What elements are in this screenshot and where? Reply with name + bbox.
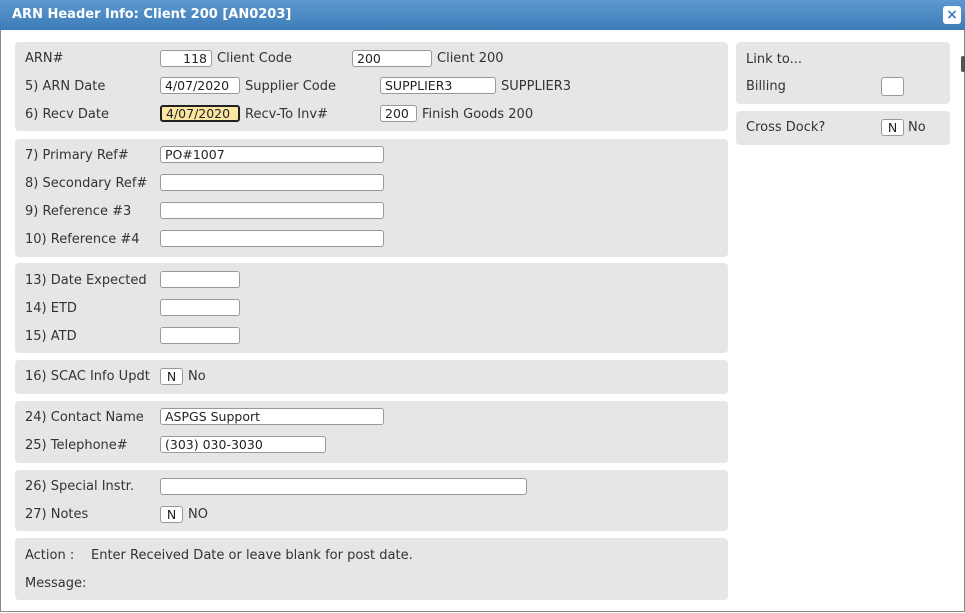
client-name-text: Client 200 (437, 51, 504, 66)
atd-field[interactable] (160, 327, 240, 344)
client-code-label: Client Code (217, 51, 293, 66)
reference-4-field[interactable] (160, 230, 384, 247)
contact-name-label: 24) Contact Name (25, 410, 144, 425)
supplier-name-text: SUPPLIER3 (501, 79, 572, 94)
date-expected-field[interactable] (160, 271, 240, 288)
atd-label: 15) ATD (25, 329, 77, 344)
close-icon[interactable]: × (943, 6, 961, 24)
billing-field[interactable] (881, 77, 904, 96)
notes-label: 27) Notes (25, 507, 89, 522)
arn-label: ARN# (25, 51, 64, 66)
cross-dock-desc: No (908, 120, 926, 135)
cross-dock-label: Cross Dock? (746, 120, 826, 135)
instructions-panel: 26) Special Instr. 27) Notes N NO (15, 470, 728, 531)
special-instr-field[interactable] (160, 478, 527, 495)
header-panel: ARN# 118 Client Code 200 Client 200 5) A… (15, 42, 728, 131)
etd-label: 14) ETD (25, 301, 77, 316)
arn-number-field[interactable]: 118 (160, 50, 212, 67)
action-label: Action : (25, 548, 75, 563)
telephone-label: 25) Telephone# (25, 438, 128, 453)
secondary-ref-label: 8) Secondary Ref# (25, 176, 148, 191)
secondary-ref-field[interactable] (160, 174, 384, 191)
reference-3-label: 9) Reference #3 (25, 204, 132, 219)
cross-dock-field[interactable]: N (881, 119, 904, 136)
scrollbar-thumb[interactable] (961, 56, 965, 72)
recv-to-inv-name-text: Finish Goods 200 (422, 107, 534, 122)
primary-ref-field[interactable]: PO#1007 (160, 146, 384, 163)
scac-info-desc: No (188, 369, 206, 384)
recv-to-inv-field[interactable]: 200 (380, 105, 417, 122)
date-expected-label: 13) Date Expected (25, 273, 147, 288)
contact-name-field[interactable]: ASPGS Support (160, 408, 384, 425)
link-to-label: Link to... (746, 52, 802, 67)
arn-date-label: 5) ARN Date (25, 79, 106, 94)
scac-panel: 16) SCAC Info Updt N No (15, 360, 728, 394)
status-panel: Action : Enter Received Date or leave bl… (15, 538, 728, 600)
reference-3-field[interactable] (160, 202, 384, 219)
window-title: ARN Header Info: Client 200 [AN0203] (12, 7, 292, 22)
recv-date-label: 6) Recv Date (25, 107, 109, 122)
billing-label: Billing (746, 79, 786, 94)
cross-dock-panel: Cross Dock? N No (736, 111, 950, 145)
action-text: Enter Received Date or leave blank for p… (91, 548, 413, 563)
special-instr-label: 26) Special Instr. (25, 479, 134, 494)
supplier-code-field[interactable]: SUPPLIER3 (380, 77, 496, 94)
supplier-code-label: Supplier Code (245, 79, 336, 94)
arn-date-field[interactable]: 4/07/2020 (160, 77, 240, 94)
references-panel: 7) Primary Ref# PO#1007 8) Secondary Ref… (15, 139, 728, 257)
reference-4-label: 10) Reference #4 (25, 232, 140, 247)
etd-field[interactable] (160, 299, 240, 316)
notes-desc: NO (188, 507, 208, 522)
recv-date-field[interactable]: 4/07/2020 (160, 105, 240, 122)
scac-info-field[interactable]: N (160, 368, 183, 385)
telephone-field[interactable]: (303) 030-3030 (160, 436, 326, 453)
primary-ref-label: 7) Primary Ref# (25, 148, 129, 163)
message-label: Message: (25, 576, 87, 591)
scac-info-label: 16) SCAC Info Updt (25, 369, 150, 384)
contact-panel: 24) Contact Name ASPGS Support 25) Telep… (15, 401, 728, 463)
notes-field[interactable]: N (160, 506, 183, 523)
link-to-panel: Link to... Billing (736, 42, 950, 104)
client-code-field[interactable]: 200 (352, 50, 432, 67)
dates-panel: 13) Date Expected 14) ETD 15) ATD (15, 263, 728, 353)
title-bar: ARN Header Info: Client 200 [AN0203] × (0, 0, 965, 31)
recv-to-inv-label: Recv-To Inv# (245, 107, 328, 122)
